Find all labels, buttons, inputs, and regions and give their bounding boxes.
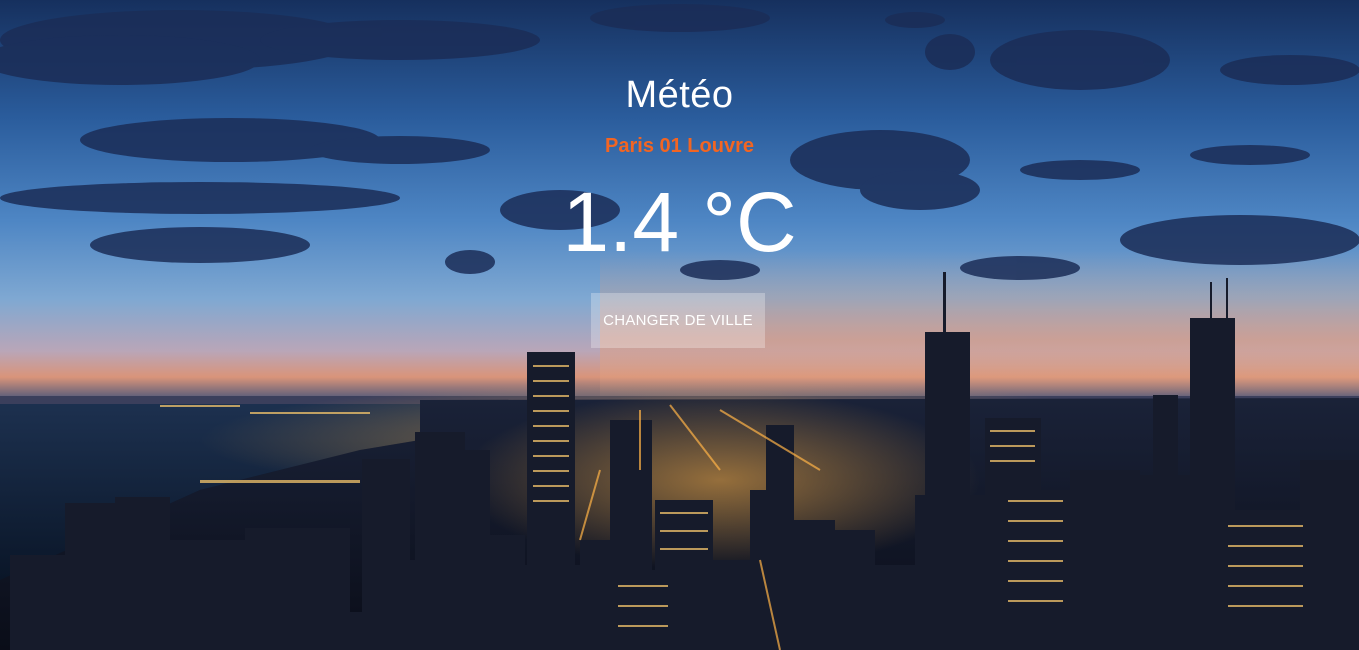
city-name: Paris 01 Louvre — [605, 135, 754, 157]
change-city-button[interactable]: CHANGER DE VILLE — [591, 293, 765, 348]
page-title: Météo — [625, 74, 734, 116]
temperature-value: 1.4 °C — [562, 175, 797, 269]
weather-app: Météo Paris 01 Louvre 1.4 °C CHANGER DE … — [0, 0, 1359, 650]
